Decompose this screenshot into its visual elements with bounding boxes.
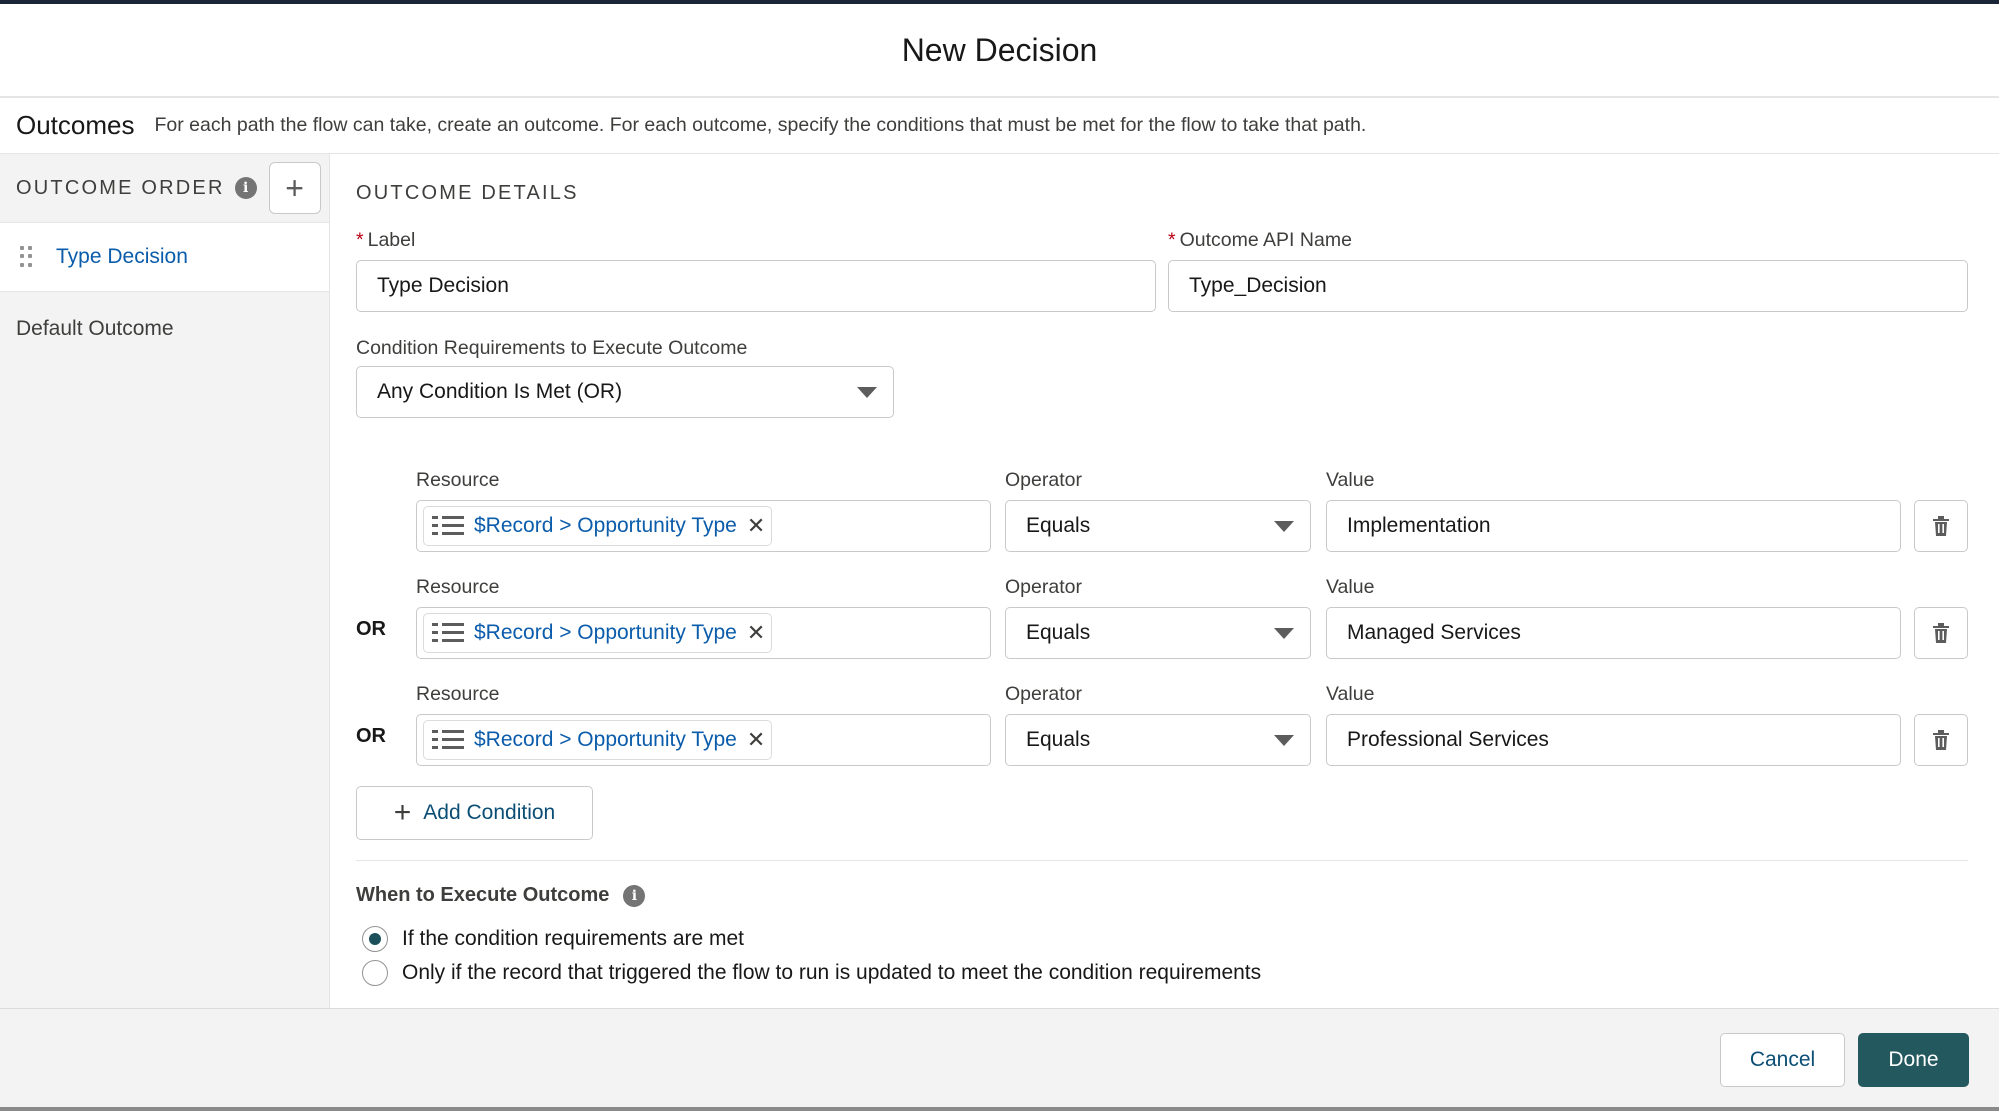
radio-button-selected[interactable] [362,926,388,952]
close-icon[interactable]: ✕ [747,513,765,539]
add-condition-button[interactable]: + Add Condition [356,786,593,840]
operator-label: Operator [1005,683,1082,705]
divider [356,860,1968,861]
add-condition-label: Add Condition [423,801,556,824]
radio-label: Only if the record that triggered the fl… [402,961,1262,984]
resource-label: Resource [416,469,500,491]
plus-icon: + [393,796,412,829]
trash-icon [1933,516,1949,536]
label-input[interactable]: Type Decision [356,260,1156,312]
operator-select[interactable]: Equals [1005,714,1311,766]
info-icon[interactable]: i [234,177,257,199]
operator-value: Equals [1026,514,1091,537]
chevron-down-icon [857,387,877,398]
operator-label: Operator [1005,469,1082,491]
or-connector: OR [356,618,386,640]
outcome-order-label: OUTCOME ORDER [16,176,225,199]
close-icon[interactable]: ✕ [747,620,765,646]
operator-select[interactable]: Equals [1005,500,1311,552]
value-label: Value [1326,576,1375,598]
resource-input[interactable]: $Record > Opportunity Type ✕ [416,607,991,659]
plus-icon: + [285,169,304,206]
list-icon [432,621,464,645]
delete-condition-button[interactable] [1914,607,1968,659]
value-label: Value [1326,683,1375,705]
trash-icon [1933,623,1949,643]
outcomes-description: For each path the flow can take, create … [154,114,1367,136]
outcomes-title: Outcomes [16,110,135,140]
resource-label: Resource [416,683,500,705]
list-icon [432,514,464,538]
value-label: Value [1326,469,1375,491]
list-icon [432,728,464,752]
resource-pill-text: $Record > Opportunity Type [474,514,737,537]
sidebar-item-label: Type Decision [56,245,188,268]
value-input[interactable]: Managed Services [1326,607,1901,659]
add-outcome-button[interactable]: + [268,162,321,214]
resource-pill: $Record > Opportunity Type ✕ [423,720,773,760]
condition-requirements-label: Condition Requirements to Execute Outcom… [356,337,748,359]
condition-requirements-select[interactable]: Any Condition Is Met (OR) [356,366,894,418]
trash-icon [1933,730,1949,750]
dialog-footer: Cancel Done [0,1008,1999,1111]
resource-pill-text: $Record > Opportunity Type [474,728,737,751]
resource-input[interactable]: $Record > Opportunity Type ✕ [416,500,991,552]
outcome-order-sidebar: OUTCOME ORDER i + Type Decision Default … [0,154,330,1008]
value-input[interactable]: Professional Services [1326,714,1901,766]
operator-value: Equals [1026,621,1091,644]
chevron-down-icon [1274,521,1294,532]
condition-requirements-value: Any Condition Is Met (OR) [377,380,623,403]
bottom-border [0,1107,1999,1111]
operator-label: Operator [1005,576,1082,598]
resource-pill-text: $Record > Opportunity Type [474,621,737,644]
radio-label: If the condition requirements are met [402,927,745,950]
section-title: OUTCOME DETAILS [356,182,579,204]
required-marker: * [1168,229,1176,251]
operator-select[interactable]: Equals [1005,607,1311,659]
dialog-header: New Decision [0,4,1999,98]
sidebar-item-label: Default Outcome [16,317,174,340]
radio-condition-met[interactable]: If the condition requirements are met [362,926,744,952]
outcomes-bar: Outcomes For each path the flow can take… [0,98,1999,154]
delete-condition-button[interactable] [1914,500,1968,552]
api-name-input[interactable]: Type_Decision [1168,260,1968,312]
delete-condition-button[interactable] [1914,714,1968,766]
required-marker: * [356,229,364,251]
dialog-title: New Decision [901,31,1098,68]
info-icon[interactable]: i [623,884,646,907]
or-connector: OR [356,725,386,747]
api-name-field-label: * Outcome API Name [1168,229,1352,251]
outcome-order-header: OUTCOME ORDER i + [0,154,329,222]
radio-record-updated[interactable]: Only if the record that triggered the fl… [362,960,1261,986]
resource-input[interactable]: $Record > Opportunity Type ✕ [416,714,991,766]
value-input[interactable]: Implementation [1326,500,1901,552]
chevron-down-icon [1274,735,1294,746]
cancel-button[interactable]: Cancel [1720,1033,1845,1087]
sidebar-item-type-decision[interactable]: Type Decision [0,222,329,292]
when-to-execute-title: When to Execute Outcome i [356,884,646,907]
sidebar-item-default-outcome[interactable]: Default Outcome [0,292,329,366]
drag-handle-icon[interactable] [20,246,32,268]
chevron-down-icon [1274,628,1294,639]
resource-pill: $Record > Opportunity Type ✕ [423,506,773,546]
resource-label: Resource [416,576,500,598]
resource-pill: $Record > Opportunity Type ✕ [423,613,773,653]
close-icon[interactable]: ✕ [747,727,765,753]
done-button[interactable]: Done [1858,1033,1969,1087]
radio-button[interactable] [362,960,388,986]
label-field-label: * Label [356,229,416,251]
operator-value: Equals [1026,728,1091,751]
